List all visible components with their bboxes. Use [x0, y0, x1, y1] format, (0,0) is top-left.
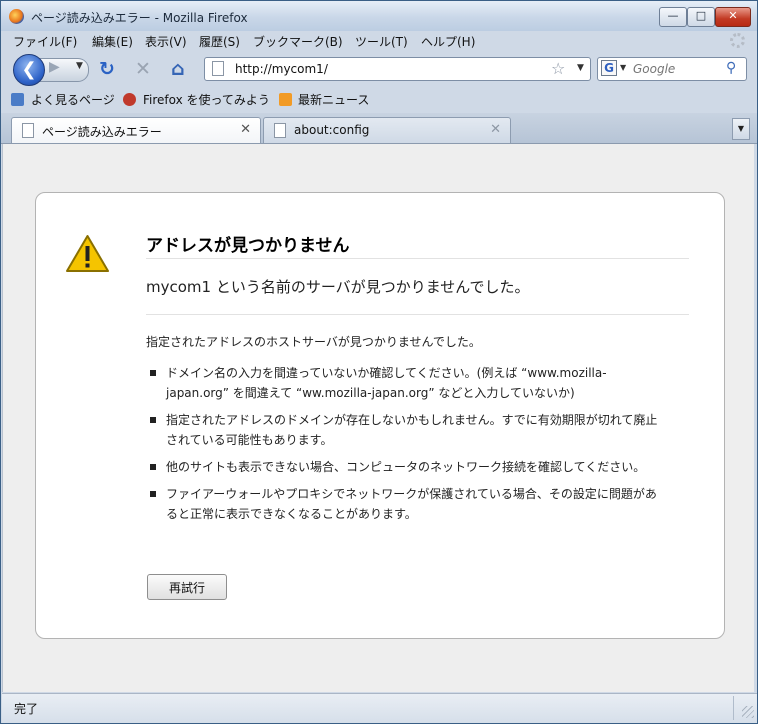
menu-edit[interactable]: 編集(E)	[92, 33, 133, 50]
smart-folder-icon	[11, 93, 24, 106]
tab-label: about:config	[294, 123, 370, 137]
menu-tools[interactable]: ツール(T)	[355, 33, 408, 50]
activity-throbber-icon	[730, 33, 745, 48]
list-item: ファイアーウォールやプロキシでネットワークが保護されている場合、その設定に問題が…	[146, 484, 666, 524]
close-button[interactable]: ✕	[715, 7, 751, 27]
bookmark-star-icon[interactable]: ☆	[551, 59, 565, 78]
retry-button[interactable]: 再試行	[147, 574, 227, 600]
error-title: アドレスが見つかりません	[146, 236, 350, 256]
resize-grip-icon[interactable]	[742, 706, 754, 718]
url-text[interactable]: http://mycom1/	[235, 62, 328, 76]
reload-icon[interactable]: ↻	[99, 58, 115, 80]
page-icon	[22, 123, 34, 138]
forward-arrow-icon[interactable]: ▶	[49, 59, 60, 75]
list-item: 指定されたアドレスのドメインが存在しないかもしれません。すでに有効期限が切れて廃…	[146, 410, 666, 450]
menu-help[interactable]: ヘルプ(H)	[421, 33, 475, 50]
menu-bookmarks[interactable]: ブックマーク(B)	[253, 33, 343, 50]
bookmark-latest-news[interactable]: 最新ニュース	[298, 91, 369, 108]
bookmark-most-visited[interactable]: よく見るページ	[31, 91, 115, 108]
error-lead-text: 指定されたアドレスのホストサーバが見つかりませんでした。	[146, 335, 481, 349]
tab-close-icon[interactable]: ✕	[240, 122, 251, 137]
divider	[146, 314, 689, 315]
address-bar[interactable]: http://mycom1/ ☆ ▼	[204, 57, 591, 81]
firefox-logo-icon	[9, 9, 24, 24]
title-bar: ページ読み込みエラー - Mozilla Firefox — □ ✕	[1, 1, 757, 31]
error-subtitle: mycom1 という名前のサーバが見つかりませんでした。	[146, 278, 530, 296]
tab-list-dropdown-icon[interactable]: ▼	[732, 118, 750, 140]
menu-file[interactable]: ファイル(F)	[13, 33, 77, 50]
google-engine-icon[interactable]: G	[601, 60, 617, 76]
list-item: 他のサイトも表示できない場合、コンピュータのネットワーク接続を確認してください。	[146, 457, 666, 477]
list-item: ドメイン名の入力を間違っていないか確認してください。(例えば “www.mozi…	[146, 363, 666, 403]
history-dropdown-icon[interactable]: ▼	[76, 61, 83, 71]
error-panel: アドレスが見つかりません mycom1 という名前のサーバが見つかりませんでした…	[35, 192, 725, 639]
page-content: アドレスが見つかりません mycom1 という名前のサーバが見つかりませんでした…	[2, 144, 754, 692]
status-text: 完了	[14, 702, 39, 716]
tab-strip: ページ読み込みエラー ✕ about:config ✕ ▼	[1, 113, 757, 144]
menu-view[interactable]: 表示(V)	[145, 33, 187, 50]
suggestion-list: ドメイン名の入力を間違っていないか確認してください。(例えば “www.mozi…	[146, 363, 666, 531]
page-icon	[212, 61, 224, 76]
tab-about-config[interactable]: about:config ✕	[263, 117, 511, 143]
rss-feed-icon	[279, 93, 292, 106]
status-bar: 完了	[2, 693, 757, 723]
tab-close-icon[interactable]: ✕	[490, 122, 501, 137]
engine-dropdown-icon[interactable]: ▼	[620, 63, 626, 72]
tab-load-error[interactable]: ページ読み込みエラー ✕	[11, 117, 261, 143]
page-icon	[274, 123, 286, 138]
window-title: ページ読み込みエラー - Mozilla Firefox	[31, 11, 248, 25]
search-magnifier-icon[interactable]: ⚲	[726, 60, 736, 76]
bookmarks-toolbar: よく見るページ Firefox を使ってみよう 最新ニュース	[1, 87, 757, 113]
minimize-button[interactable]: —	[659, 7, 687, 27]
home-icon[interactable]: ⌂	[171, 58, 185, 80]
url-dropdown-icon[interactable]: ▼	[577, 63, 584, 73]
search-input[interactable]	[633, 62, 723, 76]
search-box[interactable]: G ▼ ⚲	[597, 57, 747, 81]
maximize-button[interactable]: □	[687, 7, 715, 27]
firefox-getting-started-icon	[123, 93, 136, 106]
navigation-toolbar: ▶ ▼ ❮ ↻ ✕ ⌂ http://mycom1/ ☆ ▼ G ▼ ⚲	[1, 51, 757, 87]
browser-window: ページ読み込みエラー - Mozilla Firefox — □ ✕ ファイル(…	[0, 0, 758, 724]
bookmark-getting-started[interactable]: Firefox を使ってみよう	[143, 91, 270, 108]
tab-label: ページ読み込みエラー	[42, 125, 162, 139]
warning-icon	[66, 235, 109, 272]
divider	[146, 258, 689, 259]
divider	[733, 696, 734, 720]
back-button[interactable]: ❮	[13, 54, 45, 86]
menu-history[interactable]: 履歴(S)	[199, 33, 240, 50]
stop-icon[interactable]: ✕	[135, 58, 151, 80]
menu-bar: ファイル(F) 編集(E) 表示(V) 履歴(S) ブックマーク(B) ツール(…	[1, 31, 757, 51]
